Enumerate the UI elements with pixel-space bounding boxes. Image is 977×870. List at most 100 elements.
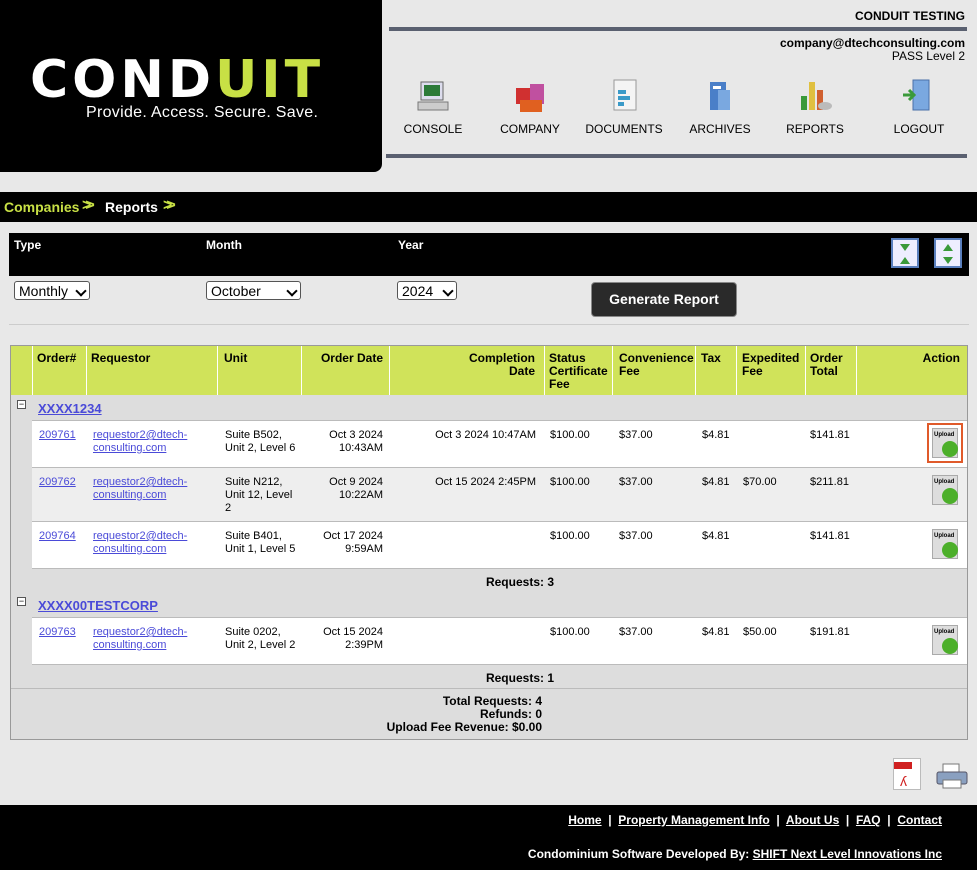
footer-link-contact[interactable]: Contact bbox=[897, 813, 942, 827]
type-select[interactable]: Monthly bbox=[14, 281, 90, 300]
type-label: Type bbox=[14, 238, 42, 252]
completion-date-cell: Oct 3 2024 10:47AM bbox=[435, 429, 536, 441]
footer-link-developer[interactable]: SHIFT Next Level Innovations Inc bbox=[753, 847, 942, 861]
status-fee-cell: $100.00 bbox=[550, 429, 590, 441]
status-fee-cell: $100.00 bbox=[550, 530, 590, 542]
order-link[interactable]: 209764 bbox=[39, 530, 76, 543]
requestor-link[interactable]: requestor2@dtech-consulting.com bbox=[93, 626, 187, 652]
upload-button[interactable]: Upload bbox=[927, 423, 963, 463]
nav-console[interactable]: CONSOLE bbox=[388, 76, 478, 136]
company-icon bbox=[510, 76, 550, 116]
unit-cell: Suite B502, Unit 2, Level 6 bbox=[225, 429, 296, 454]
upload-fee-revenue: Upload Fee Revenue: $0.00 bbox=[386, 720, 542, 734]
total-refunds: Refunds: 0 bbox=[479, 707, 542, 721]
month-label: Month bbox=[206, 238, 242, 252]
convenience-fee-cell: $37.00 bbox=[619, 429, 653, 441]
order-total-cell: $141.81 bbox=[810, 429, 850, 441]
table-row: 209761 requestor2@dtech-consulting.com S… bbox=[32, 420, 967, 467]
printer-icon[interactable] bbox=[935, 762, 969, 790]
order-date-cell: Oct 17 2024 9:59AM bbox=[323, 530, 383, 555]
order-date-cell: Oct 9 2024 10:22AM bbox=[329, 476, 383, 501]
order-total-cell: $191.81 bbox=[810, 626, 850, 638]
order-date-cell: Oct 3 2024 10:43AM bbox=[329, 429, 383, 454]
col-order: Order# bbox=[37, 351, 77, 365]
year-select[interactable]: 2024 bbox=[397, 281, 457, 300]
requestor-link[interactable]: requestor2@dtech-consulting.com bbox=[93, 476, 187, 502]
expedited-fee-cell: $50.00 bbox=[743, 626, 777, 638]
user-email: company@dtechconsulting.com bbox=[779, 36, 965, 50]
nav-divider bbox=[386, 154, 967, 158]
total-requests: Total Requests: 4 bbox=[442, 694, 542, 708]
report-totals: Total Requests: 4 Refunds: 0 Upload Fee … bbox=[11, 688, 967, 739]
tax-cell: $4.81 bbox=[702, 476, 730, 488]
collapse-all-button[interactable] bbox=[934, 238, 962, 268]
order-date-cell: Oct 15 2024 2:39PM bbox=[323, 626, 383, 651]
nav-documents[interactable]: DOCUMENTS bbox=[579, 76, 669, 136]
col-tax: Tax bbox=[701, 351, 721, 365]
report-table: Order# Requestor Unit Order Date Complet… bbox=[10, 345, 968, 740]
status-fee-cell: $100.00 bbox=[550, 626, 590, 638]
tax-cell: $4.81 bbox=[702, 530, 730, 542]
convenience-fee-cell: $37.00 bbox=[619, 626, 653, 638]
logo-tagline: Provide. Access. Secure. Save. bbox=[86, 104, 319, 121]
unit-cell: Suite 0202, Unit 2, Level 2 bbox=[225, 626, 296, 651]
arrow-up-icon bbox=[900, 257, 910, 264]
group-summary: Requests: 3 bbox=[32, 568, 967, 592]
chevron-down-icon bbox=[286, 285, 298, 297]
generate-report-button[interactable]: Generate Report bbox=[591, 282, 737, 317]
group-link[interactable]: XXXX1234 bbox=[38, 401, 102, 416]
month-select[interactable]: October bbox=[206, 281, 301, 300]
tax-cell: $4.81 bbox=[702, 626, 730, 638]
col-unit: Unit bbox=[224, 351, 248, 365]
nav-logout[interactable]: LOGOUT bbox=[874, 76, 964, 136]
footer-link-about[interactable]: About Us bbox=[786, 813, 839, 827]
chevron-down-icon bbox=[75, 285, 87, 297]
expedited-fee-cell: $70.00 bbox=[743, 476, 777, 488]
group-link[interactable]: XXXX00TESTCORP bbox=[38, 598, 158, 613]
upload-button[interactable]: Upload bbox=[932, 529, 958, 559]
footer: Home | Property Management Info | About … bbox=[0, 805, 977, 870]
col-requestor: Requestor bbox=[91, 351, 151, 365]
unit-cell: Suite B401, Unit 1, Level 5 bbox=[225, 530, 296, 555]
pdf-icon[interactable]: ʎ bbox=[893, 758, 921, 790]
upload-button[interactable]: Upload bbox=[932, 625, 958, 655]
order-link[interactable]: 209763 bbox=[39, 626, 76, 639]
breadcrumb: Companies >> Reports >> bbox=[0, 192, 977, 222]
upload-button[interactable]: Upload bbox=[932, 475, 958, 505]
footer-link-property-management[interactable]: Property Management Info bbox=[618, 813, 769, 827]
arrow-down-icon bbox=[943, 257, 953, 264]
upload-arrow-icon bbox=[942, 488, 958, 504]
reports-icon bbox=[795, 76, 835, 116]
upload-arrow-icon bbox=[942, 638, 958, 654]
requestor-link[interactable]: requestor2@dtech-consulting.com bbox=[93, 530, 187, 556]
nav-archives[interactable]: ARCHIVES bbox=[675, 76, 765, 136]
col-convenience-fee: Convenience Fee bbox=[619, 351, 694, 378]
table-header: Order# Requestor Unit Order Date Complet… bbox=[11, 346, 967, 395]
expand-all-button[interactable] bbox=[891, 238, 919, 268]
table-row: 209764 requestor2@dtech-consulting.com S… bbox=[32, 521, 967, 568]
collapse-icon[interactable]: − bbox=[17, 400, 26, 409]
user-level: PASS Level 2 bbox=[891, 49, 965, 63]
arrow-up-icon bbox=[943, 244, 953, 251]
completion-date-cell: Oct 15 2024 2:45PM bbox=[435, 476, 536, 488]
collapse-icon[interactable]: − bbox=[17, 597, 26, 606]
col-completion-date: Completion Date bbox=[469, 351, 535, 378]
order-total-cell: $141.81 bbox=[810, 530, 850, 542]
order-link[interactable]: 209762 bbox=[39, 476, 76, 489]
footer-credit: Condominium Software Developed By: SHIFT… bbox=[527, 847, 942, 861]
footer-link-faq[interactable]: FAQ bbox=[856, 813, 881, 827]
requests-count: Requests: 1 bbox=[485, 671, 554, 685]
order-link[interactable]: 209761 bbox=[39, 429, 76, 442]
arrow-down-icon bbox=[900, 244, 910, 251]
upload-arrow-icon bbox=[942, 441, 958, 457]
footer-link-home[interactable]: Home bbox=[568, 813, 601, 827]
year-label: Year bbox=[398, 238, 424, 252]
nav-reports[interactable]: REPORTS bbox=[770, 76, 860, 136]
requestor-link[interactable]: requestor2@dtech-consulting.com bbox=[93, 429, 187, 455]
main-nav: CONSOLE COMPANY DOCUMENTS ARCHIVES REPOR… bbox=[385, 76, 965, 146]
breadcrumb-companies[interactable]: Companies bbox=[4, 199, 79, 215]
footer-links: Home | Property Management Info | About … bbox=[568, 813, 942, 827]
filter-bar: Type Month Year bbox=[9, 233, 969, 276]
col-expedited-fee: Expedited Fee bbox=[742, 351, 800, 378]
nav-company[interactable]: COMPANY bbox=[485, 76, 575, 136]
